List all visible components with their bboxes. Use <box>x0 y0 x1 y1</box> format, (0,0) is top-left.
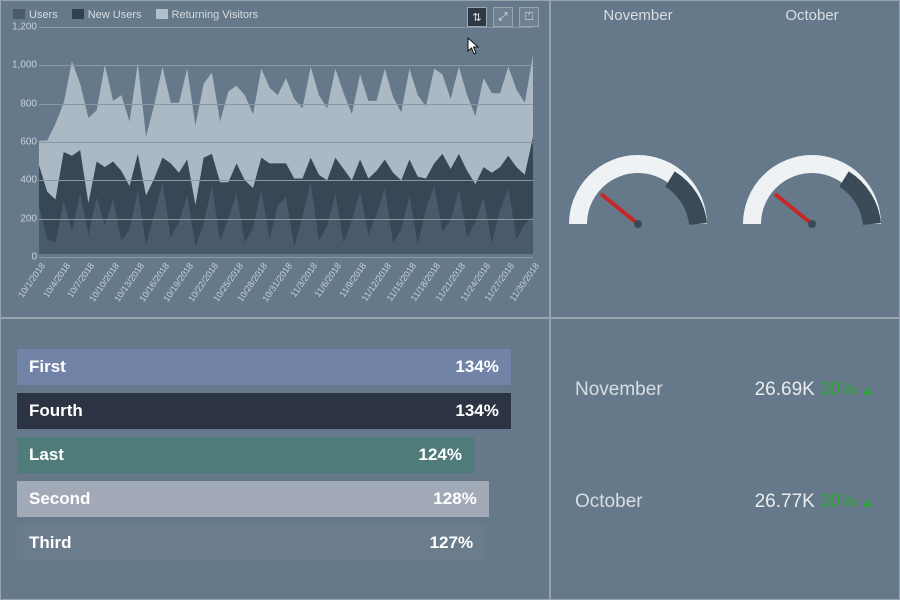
legend-item-users[interactable]: Users <box>13 9 58 21</box>
chart-legend: Users New Users Returning Visitors <box>13 9 537 21</box>
gauges-panel: November October <box>550 0 900 318</box>
swatch-icon <box>156 9 168 19</box>
kpi-delta: 30% <box>820 491 856 511</box>
bar-row[interactable]: First 134% <box>17 349 533 385</box>
x-axis: 10/1/201810/4/201810/7/201810/10/201810/… <box>39 257 533 307</box>
swatch-icon <box>72 9 84 19</box>
gauge-widget[interactable] <box>563 144 713 234</box>
y-tick: 1,000 <box>11 60 37 71</box>
arrow-up-icon: ▲ <box>860 382 875 399</box>
legend-item-returning[interactable]: Returning Visitors <box>156 9 259 21</box>
bar-row[interactable]: Second 128% <box>17 481 533 517</box>
bar-label: First <box>29 357 66 377</box>
bar-value: 124% <box>419 445 462 465</box>
y-tick: 200 <box>11 213 37 224</box>
gauge-october: October <box>737 7 887 234</box>
kpi-label: October <box>575 491 643 513</box>
chart-plot-area[interactable]: 02004006008001,0001,200 <box>39 27 533 257</box>
gauge-label: November <box>563 7 713 24</box>
visitors-area-chart: Users New Users Returning Visitors ⇅ ⤢ ⏍… <box>0 0 550 318</box>
chart-toolbar: ⇅ ⤢ ⏍ <box>467 7 539 27</box>
bar-row[interactable]: Last 124% <box>17 437 533 473</box>
kpi-value: 26.77K <box>755 491 815 512</box>
kpi-delta: 30% <box>820 379 856 399</box>
arrow-up-icon: ▲ <box>860 494 875 511</box>
export-icon[interactable]: ⤢ <box>493 7 513 27</box>
sort-icon[interactable]: ⇅ <box>467 7 487 27</box>
bar-value: 134% <box>455 357 498 377</box>
legend-label: Users <box>29 9 58 21</box>
area-series <box>39 27 533 254</box>
bar-label: Second <box>29 489 90 509</box>
kpi-panel: November 26.69K 30%▲ October 26.77K 30%▲ <box>550 318 900 600</box>
bar-value: 127% <box>430 533 473 553</box>
gauge-label: October <box>737 7 887 24</box>
kpi-october: October 26.77K 30%▲ <box>575 491 875 513</box>
kpi-november: November 26.69K 30%▲ <box>575 379 875 401</box>
gauge-november: November <box>563 7 713 234</box>
legend-label: New Users <box>88 9 142 21</box>
swatch-icon <box>13 9 25 19</box>
bar-row[interactable]: Third 127% <box>17 525 533 561</box>
gauge-widget[interactable] <box>737 144 887 234</box>
y-tick: 0 <box>11 252 37 263</box>
bar-label: Third <box>29 533 72 553</box>
legend-label: Returning Visitors <box>172 9 259 21</box>
bars-panel: First 134% Fourth 134% Last 124% Second 128% Thi… <box>0 318 550 600</box>
bar-value: 128% <box>433 489 476 509</box>
kpi-value: 26.69K <box>755 379 815 400</box>
bar-value: 134% <box>455 401 498 421</box>
y-tick: 400 <box>11 175 37 186</box>
bar-row[interactable]: Fourth 134% <box>17 393 533 429</box>
legend-item-new-users[interactable]: New Users <box>72 9 142 21</box>
bar-label: Last <box>29 445 64 465</box>
kpi-label: November <box>575 379 663 401</box>
comment-icon[interactable]: ⏍ <box>519 7 539 27</box>
y-tick: 800 <box>11 98 37 109</box>
y-tick: 1,200 <box>11 22 37 33</box>
y-tick: 600 <box>11 137 37 148</box>
bar-label: Fourth <box>29 401 83 421</box>
